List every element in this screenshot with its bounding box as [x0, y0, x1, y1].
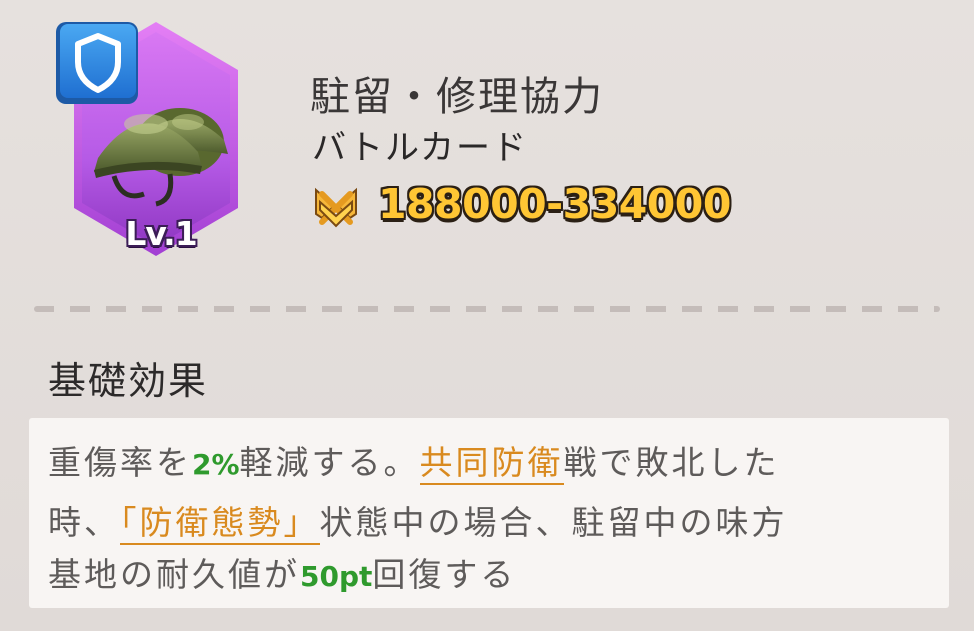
effect-line: 時、「防衛態勢」状態中の場合、駐留中の味方 — [48, 496, 788, 545]
card-detail-panel: Lv.1 駐留・修理協力 バトルカード 188000-334000 基礎効果 重… — [0, 0, 974, 631]
effect-text: 基地の耐久値が — [48, 555, 300, 594]
effect-value: 50pt — [300, 560, 373, 593]
effect-text: 時、 — [48, 503, 120, 542]
card-title: 駐留・修理協力 — [310, 74, 604, 120]
card-level: Lv.1 — [125, 214, 197, 253]
effect-text: 軽減する。 — [239, 443, 420, 482]
card-type: バトルカード — [312, 128, 528, 168]
effect-text: 戦で敗北した — [563, 443, 780, 482]
section-title: 基礎効果 — [48, 359, 209, 403]
crossed-swords-icon — [315, 187, 357, 228]
effect-text: 重傷率を — [48, 443, 192, 482]
effect-text: 状態中の場合、駐留中の味方 — [319, 503, 788, 542]
keyword-link[interactable]: 「防衛態勢」 — [120, 503, 320, 545]
battle-card[interactable]: Lv.1 — [52, 18, 250, 262]
effect-text: 回復する — [372, 555, 517, 594]
keyword-link[interactable]: 共同防衛 — [419, 443, 564, 485]
effect-value: 2% — [192, 448, 240, 481]
divider — [34, 306, 940, 312]
effect-line: 基地の耐久値が50pt回復する — [48, 548, 516, 596]
effect-line: 重傷率を2%軽減する。共同防衛戦で敗北した — [48, 436, 780, 485]
power-range: 188000-334000 — [378, 180, 731, 228]
